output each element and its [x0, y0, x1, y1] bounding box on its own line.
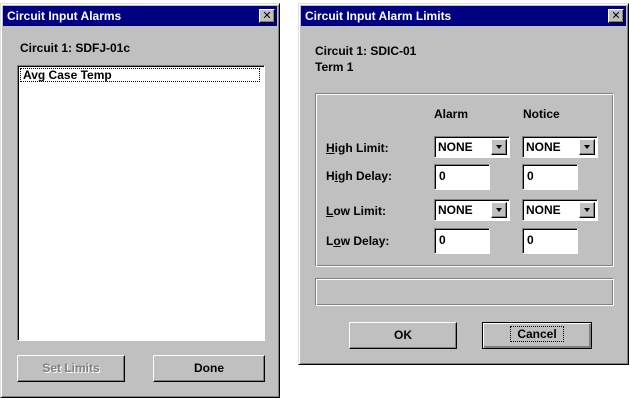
high-limit-alarm-select[interactable]: NONE — [434, 136, 510, 158]
chevron-down-icon[interactable] — [579, 202, 595, 218]
low-delay-alarm-input[interactable]: 0 — [434, 228, 490, 254]
low-limit-notice-select[interactable]: NONE — [522, 199, 598, 221]
low-limit-label: Low Limit: — [326, 204, 387, 218]
close-icon[interactable]: ✕ — [259, 9, 275, 23]
chevron-down-icon[interactable] — [579, 139, 595, 155]
circuit-input-alarm-limits-window: Circuit Input Alarm Limits ✕ Circuit 1: … — [298, 3, 629, 365]
chevron-down-icon[interactable] — [491, 202, 507, 218]
term-label: Term 1 — [315, 60, 354, 74]
set-limits-button[interactable]: Set Limits — [17, 355, 125, 382]
high-limit-notice-select[interactable]: NONE — [522, 136, 598, 158]
alarms-circuit-label: Circuit 1: SDFJ-01c — [20, 41, 131, 55]
limits-circuit-label: Circuit 1: SDIC-01 — [315, 44, 417, 58]
limits-title: Circuit Input Alarm Limits — [305, 9, 452, 23]
close-icon[interactable]: ✕ — [608, 9, 624, 23]
chevron-down-icon[interactable] — [491, 139, 507, 155]
circuit-input-alarms-window: Circuit Input Alarms ✕ Circuit 1: SDFJ-0… — [0, 3, 280, 398]
alarms-title-bar[interactable]: Circuit Input Alarms ✕ — [3, 6, 277, 26]
column-header-alarm: Alarm — [434, 107, 469, 121]
limits-groupbox: Alarm Notice High Limit: NONE NONE High … — [315, 93, 614, 267]
high-delay-label: High Delay: — [326, 169, 393, 183]
high-limit-label: High Limit: — [326, 141, 389, 155]
low-delay-notice-input[interactable]: 0 — [522, 228, 578, 254]
ok-button[interactable]: OK — [349, 322, 457, 349]
limits-title-bar[interactable]: Circuit Input Alarm Limits ✕ — [301, 6, 626, 26]
high-delay-notice-input[interactable]: 0 — [522, 164, 578, 190]
low-limit-alarm-select[interactable]: NONE — [434, 199, 510, 221]
done-button[interactable]: Done — [153, 355, 265, 382]
list-item[interactable]: Avg Case Temp — [20, 68, 260, 82]
cancel-button[interactable]: Cancel — [482, 322, 592, 349]
status-bar — [315, 278, 614, 306]
high-delay-alarm-input[interactable]: 0 — [434, 164, 490, 190]
alarms-title: Circuit Input Alarms — [7, 9, 122, 23]
alarm-listbox[interactable]: Avg Case Temp — [17, 65, 265, 341]
column-header-notice: Notice — [523, 107, 560, 121]
low-delay-label: Low Delay: — [326, 234, 390, 248]
